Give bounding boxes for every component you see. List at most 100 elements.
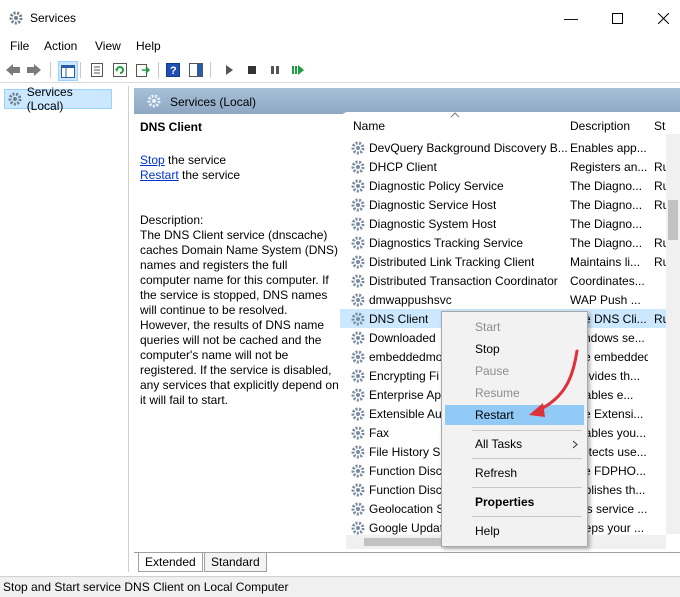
service-name-cell: DevQuery Background Discovery B... [369, 141, 568, 155]
service-gear-icon [351, 274, 365, 288]
view-tabs: Extended Standard [134, 552, 680, 573]
show-console-tree-button[interactable] [58, 61, 78, 81]
column-header-name[interactable]: Name [353, 119, 385, 133]
back-button[interactable] [4, 61, 22, 79]
service-icon [350, 216, 366, 232]
service-gear-icon [351, 483, 365, 497]
menu-bar: File Action View Help [0, 36, 680, 56]
svg-text:?: ? [170, 65, 177, 77]
service-icon [350, 463, 366, 479]
service-icon [350, 520, 366, 536]
table-row[interactable]: DevQuery Background Discovery B... Enable… [340, 138, 670, 157]
table-row[interactable]: dmwappushsvc WAP Push ... [340, 290, 670, 309]
menu-item-pause-label: Pause [475, 364, 510, 378]
table-row[interactable]: DHCP Client Registers an... Ru [340, 157, 670, 176]
menu-item-start[interactable]: Start [445, 317, 584, 337]
export-icon [136, 64, 150, 77]
restart-service-link[interactable]: Restart [140, 168, 179, 182]
service-description-cell: Maintains li... [570, 255, 641, 269]
close-button[interactable] [640, 0, 680, 36]
search-icon [147, 94, 161, 108]
window-title: Services [30, 11, 77, 25]
properties-toolbar-button[interactable] [88, 61, 106, 79]
title-bar: Services — [0, 0, 680, 36]
service-gear-icon [351, 179, 365, 193]
tree-node-services-local[interactable]: Services (Local) [4, 85, 112, 113]
column-header-status[interactable]: St [654, 119, 665, 133]
service-gear-icon [351, 312, 365, 326]
refresh-toolbar-button[interactable] [111, 61, 129, 79]
menu-item-restart-label: Restart [475, 408, 514, 422]
service-name-cell: Diagnostics Tracking Service [369, 236, 524, 250]
table-row[interactable]: Diagnostic Service Host The Diagno... Ru [340, 195, 670, 214]
restart-icon [292, 65, 304, 75]
show-action-pane-button[interactable] [187, 61, 205, 79]
forward-button[interactable] [25, 61, 43, 79]
service-description-cell: The Diagno... [570, 179, 643, 193]
service-name-cell: Extensible Au [369, 407, 442, 421]
table-row[interactable]: Diagnostic System Host The Diagno... [340, 214, 670, 233]
toolbar-separator [80, 62, 81, 78]
service-icon [350, 159, 366, 175]
menu-file[interactable]: File [10, 39, 29, 53]
gear-icon [8, 92, 22, 106]
service-icon [350, 425, 366, 441]
vertical-scrollbar[interactable] [666, 134, 680, 534]
menu-separator [472, 487, 582, 488]
table-row[interactable]: Diagnostic Policy Service The Diagno... Ru [340, 176, 670, 195]
toolbar-separator [158, 62, 159, 78]
menu-view[interactable]: View [95, 39, 121, 53]
maximize-icon [611, 12, 623, 24]
menu-action[interactable]: Action [44, 39, 77, 53]
service-name-cell: Diagnostic System Host [369, 217, 497, 231]
close-icon [657, 12, 669, 24]
stop-service-button[interactable] [243, 61, 261, 79]
menu-item-refresh[interactable]: Refresh [445, 463, 584, 483]
service-gear-icon [351, 255, 365, 269]
service-icon [350, 330, 366, 346]
tree-node-label: Services (Local) [26, 85, 73, 113]
service-icon [350, 235, 366, 251]
table-row[interactable]: Distributed Transaction Coordinator Coord… [340, 271, 670, 290]
service-icon [350, 349, 366, 365]
details-pane: DNS Client Stop the service Restart the … [134, 114, 339, 550]
table-row[interactable]: Distributed Link Tracking Client Maintain… [340, 252, 670, 271]
restart-service-button[interactable] [289, 61, 307, 79]
tab-extended[interactable]: Extended [138, 553, 203, 572]
service-icon [350, 197, 366, 213]
minimize-button[interactable]: — [548, 0, 594, 36]
stop-service-link[interactable]: Stop [140, 153, 165, 167]
service-name-cell: Google Updat [369, 521, 444, 535]
service-icon [350, 387, 366, 403]
service-name-cell: Encrypting Fi [369, 369, 440, 383]
menu-help[interactable]: Help [136, 39, 161, 53]
pane-header-title: Services (Local) [170, 95, 257, 109]
help-toolbar-button[interactable]: ? [164, 61, 182, 79]
service-gear-icon [351, 445, 365, 459]
vertical-scroll-thumb[interactable] [668, 200, 678, 240]
stop-icon [248, 66, 256, 74]
start-service-button[interactable] [220, 61, 238, 79]
service-description-cell: The Diagno... [570, 236, 643, 250]
column-header-description[interactable]: Description [570, 119, 630, 133]
table-row[interactable]: Diagnostics Tracking Service The Diagno..… [340, 233, 670, 252]
service-name-cell: embeddedmo [369, 350, 443, 364]
maximize-button[interactable] [594, 0, 640, 36]
menu-item-help[interactable]: Help [445, 521, 584, 541]
export-list-button[interactable] [134, 61, 152, 79]
service-name-cell: DHCP Client [369, 160, 437, 174]
tab-standard[interactable]: Standard [204, 553, 267, 572]
action-pane-icon [189, 63, 203, 77]
pause-service-button[interactable] [266, 61, 284, 79]
service-name-cell: Function Disc [369, 464, 442, 478]
service-name-cell: dmwappushsvc [369, 293, 452, 307]
console-tree-icon [61, 64, 75, 78]
service-icon [350, 311, 366, 327]
service-gear-icon [351, 521, 365, 535]
service-gear-icon [351, 407, 365, 421]
service-description-cell: WAP Push ... [570, 293, 641, 307]
menu-item-all-tasks[interactable]: All Tasks [445, 434, 584, 454]
menu-item-properties[interactable]: Properties [445, 492, 584, 512]
menu-separator [472, 516, 582, 517]
tab-standard-label: Standard [211, 555, 260, 569]
